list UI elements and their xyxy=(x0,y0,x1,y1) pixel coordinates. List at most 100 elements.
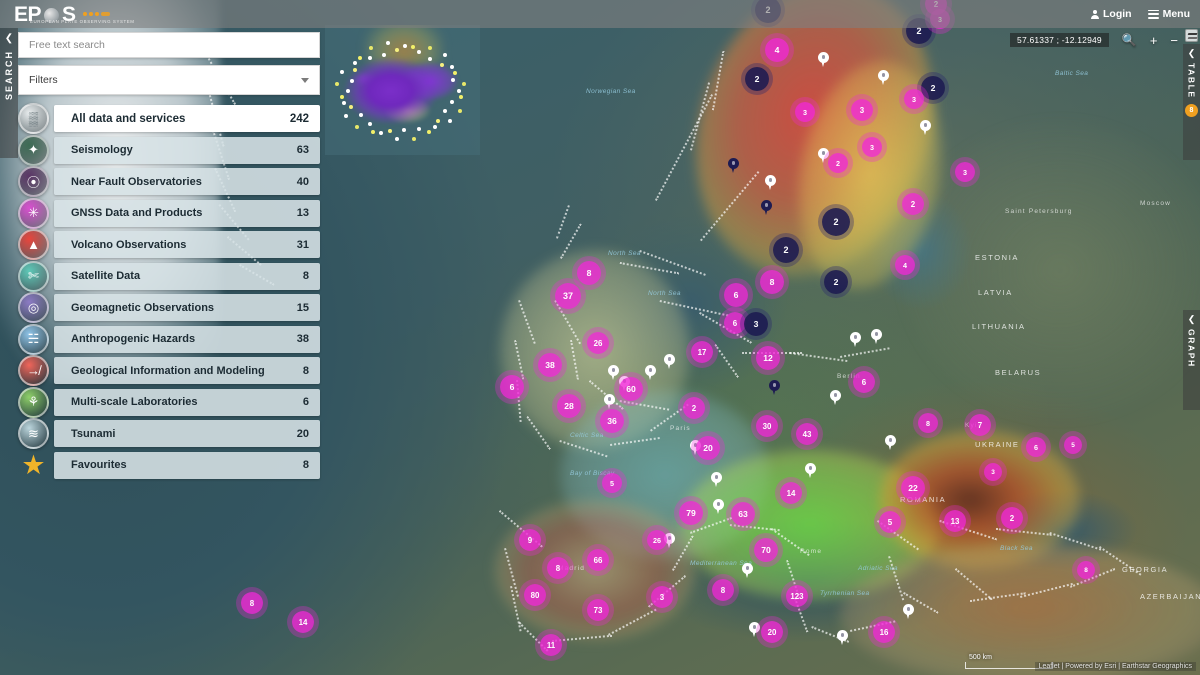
map-location-pin[interactable] xyxy=(850,332,861,347)
category-row-all-data-and-services[interactable]: ▒All data and services242 xyxy=(18,105,338,132)
map-location-pin[interactable] xyxy=(742,563,753,578)
map-location-pin[interactable] xyxy=(728,158,739,173)
map-cluster-marker[interactable]: 8 xyxy=(547,557,569,579)
map-cluster-marker[interactable]: 63 xyxy=(731,502,755,526)
map-cluster-marker[interactable]: 5 xyxy=(879,511,901,533)
map-cluster-marker[interactable]: 8 xyxy=(918,413,938,433)
map-location-pin[interactable] xyxy=(903,604,914,619)
category-bar[interactable]: Volcano Observations31 xyxy=(54,231,320,258)
map-cluster-marker[interactable]: 5 xyxy=(1064,436,1082,454)
map-cluster-marker[interactable]: 26 xyxy=(647,530,667,550)
category-row-geological-information-and-modeling[interactable]: ↛Geological Information and Modeling8 xyxy=(18,357,338,384)
map-cluster-marker[interactable]: 5 xyxy=(602,473,622,493)
map-location-pin[interactable] xyxy=(805,463,816,478)
map-cluster-marker[interactable]: 6 xyxy=(853,371,875,393)
map-cluster-marker[interactable]: 8 xyxy=(760,270,784,294)
map-cluster-marker[interactable]: 2 xyxy=(921,76,945,100)
map-cluster-marker[interactable]: 14 xyxy=(292,611,314,633)
map-cluster-marker[interactable]: 8 xyxy=(712,579,734,601)
map-cluster-marker[interactable]: 30 xyxy=(756,415,778,437)
category-row-geomagnetic-observations[interactable]: ◎Geomagnetic Observations15 xyxy=(18,294,338,321)
category-bar[interactable]: Anthropogenic Hazards38 xyxy=(54,326,320,353)
map-cluster-marker[interactable]: 20 xyxy=(696,436,720,460)
zoom-in-button[interactable]: + xyxy=(1150,34,1158,47)
category-row-favourites[interactable]: ★Favourites8 xyxy=(18,452,338,479)
map-cluster-marker[interactable]: 9 xyxy=(519,529,541,551)
map-location-pin[interactable] xyxy=(765,175,776,190)
map-cluster-marker[interactable]: 12 xyxy=(756,346,780,370)
map-location-pin[interactable] xyxy=(818,52,829,67)
map-cluster-marker[interactable]: 28 xyxy=(557,394,581,418)
category-row-gnss-data-and-products[interactable]: ✳GNSS Data and Products13 xyxy=(18,200,338,227)
map-cluster-marker[interactable]: 3 xyxy=(955,162,975,182)
category-row-near-fault-observatories[interactable]: ⦿Near Fault Observatories40 xyxy=(18,168,338,195)
map-location-pin[interactable] xyxy=(664,354,675,369)
category-bar[interactable]: Multi-scale Laboratories6 xyxy=(54,389,320,416)
map-cluster-marker[interactable]: 2 xyxy=(683,397,705,419)
map-cluster-marker[interactable]: 4 xyxy=(895,255,915,275)
category-row-anthropogenic-hazards[interactable]: ☵Anthropogenic Hazards38 xyxy=(18,326,338,353)
map-location-pin[interactable] xyxy=(713,499,724,514)
map-cluster-marker[interactable]: 3 xyxy=(651,586,673,608)
map-cluster-marker[interactable]: 2 xyxy=(773,237,799,263)
filters-dropdown[interactable]: Filters xyxy=(18,65,320,95)
map-cluster-marker[interactable]: 2 xyxy=(902,193,924,215)
map-location-pin[interactable] xyxy=(769,380,780,395)
map-location-pin[interactable] xyxy=(837,630,848,645)
login-button[interactable]: Login xyxy=(1091,8,1132,20)
map-cluster-marker[interactable]: 20 xyxy=(761,621,783,643)
map-cluster-marker[interactable]: 2 xyxy=(745,67,769,91)
map-cluster-marker[interactable]: 123 xyxy=(786,585,808,607)
map-cluster-marker[interactable]: 6 xyxy=(1026,437,1046,457)
category-bar[interactable]: Tsunami20 xyxy=(54,420,320,447)
map-cluster-marker[interactable]: 3 xyxy=(795,102,815,122)
map-attribution[interactable]: Leaflet | Powered by Esri | Earthstar Ge… xyxy=(1035,662,1196,671)
category-bar[interactable]: Seismology63 xyxy=(54,137,320,164)
map-cluster-marker[interactable]: 38 xyxy=(538,353,562,377)
map-cluster-marker[interactable]: 66 xyxy=(587,549,609,571)
graph-panel-tab[interactable]: ❮ GRAPH xyxy=(1183,310,1200,410)
search-panel-tab[interactable]: ❮ SEARCH xyxy=(0,28,18,158)
map-location-pin[interactable] xyxy=(604,394,615,409)
map-cluster-marker[interactable]: 3 xyxy=(862,137,882,157)
map-cluster-marker[interactable]: 80 xyxy=(524,584,546,606)
epos-logo[interactable]: EP S EUROPEAN PLATE OBSERVING SYSTEM xyxy=(14,1,110,27)
map-cluster-marker[interactable]: 6 xyxy=(500,375,524,399)
map-cluster-marker[interactable]: 2 xyxy=(822,208,850,236)
map-cluster-marker[interactable]: 11 xyxy=(540,634,562,656)
map-location-pin[interactable] xyxy=(761,200,772,215)
category-row-volcano-observations[interactable]: ▲Volcano Observations31 xyxy=(18,231,338,258)
map-location-pin[interactable] xyxy=(645,365,656,380)
map-cluster-marker[interactable]: 8 xyxy=(241,592,263,614)
map-location-pin[interactable] xyxy=(920,120,931,135)
map-cluster-marker[interactable]: 6 xyxy=(724,312,746,334)
map-location-pin[interactable] xyxy=(749,622,760,637)
iceland-inset[interactable] xyxy=(325,25,480,155)
category-row-tsunami[interactable]: ≋Tsunami20 xyxy=(18,420,338,447)
map-location-pin[interactable] xyxy=(878,70,889,85)
table-panel-tab[interactable]: ❮ TABLE 8 xyxy=(1183,44,1200,160)
map-location-pin[interactable] xyxy=(871,329,882,344)
layers-icon[interactable] xyxy=(1185,29,1198,42)
map-location-pin[interactable] xyxy=(608,365,619,380)
map-cluster-marker[interactable]: 16 xyxy=(873,621,895,643)
map-location-pin[interactable] xyxy=(830,390,841,405)
category-row-satellite-data[interactable]: ✄Satellite Data8 xyxy=(18,263,338,290)
zoom-out-button[interactable]: − xyxy=(1170,34,1178,47)
map-cluster-marker[interactable]: 4 xyxy=(765,38,789,62)
category-bar[interactable]: GNSS Data and Products13 xyxy=(54,200,320,227)
category-bar[interactable]: Satellite Data8 xyxy=(54,263,320,290)
map-cluster-marker[interactable]: 3 xyxy=(904,89,924,109)
map-cluster-marker[interactable]: 26 xyxy=(587,332,609,354)
category-row-multi-scale-laboratories[interactable]: ⚘Multi-scale Laboratories6 xyxy=(18,389,338,416)
map-cluster-marker[interactable]: 2 xyxy=(828,153,848,173)
map-cluster-marker[interactable]: 2 xyxy=(824,270,848,294)
map-cluster-marker[interactable]: 13 xyxy=(944,510,966,532)
free-text-search-field[interactable]: Free text search xyxy=(18,32,320,58)
map-cluster-marker[interactable]: 2 xyxy=(1001,507,1023,529)
magnifier-icon[interactable]: 🔍 xyxy=(1122,34,1137,46)
map-location-pin[interactable] xyxy=(711,472,722,487)
map-cluster-marker[interactable]: 17 xyxy=(691,341,713,363)
map-cluster-marker[interactable]: 36 xyxy=(600,409,624,433)
map-cluster-marker[interactable]: 70 xyxy=(754,538,778,562)
